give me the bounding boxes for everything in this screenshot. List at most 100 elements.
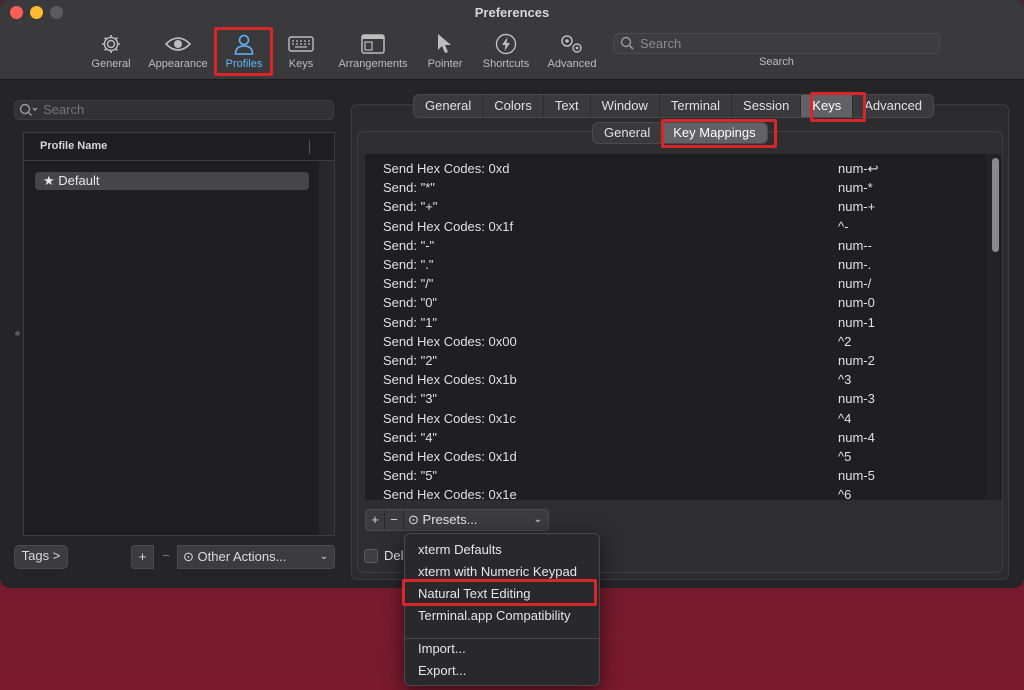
table-row[interactable]: Send Hex Codes: 0x1e ^6 xyxy=(365,485,985,500)
mapping-key: ^6 xyxy=(838,487,852,500)
table-row[interactable]: Send: "0" num-0 xyxy=(365,293,985,312)
mapping-action: Send: "/" xyxy=(383,276,434,292)
table-row[interactable]: Send Hex Codes: 0x1d ^5 xyxy=(365,447,985,466)
toolbar-label: General xyxy=(91,58,131,70)
mappings-scrollbar[interactable] xyxy=(987,154,1002,500)
menu-item-import[interactable]: Import... xyxy=(418,640,598,658)
table-row[interactable]: Send: "4" num-4 xyxy=(365,428,985,447)
checkbox[interactable] xyxy=(364,549,378,563)
table-row[interactable]: Send: "-" num-- xyxy=(365,236,985,255)
eye-icon xyxy=(144,30,212,58)
mapping-key: ^2 xyxy=(838,333,852,349)
mapping-key: num-0 xyxy=(838,295,875,311)
mapping-key: num-1 xyxy=(838,314,875,330)
profile-name: Default xyxy=(58,173,100,188)
toolbar-general[interactable]: General xyxy=(88,30,134,70)
key-mappings-table: Send Hex Codes: 0x1e ^6 Send: "5" num-5 Send… xyxy=(365,154,1002,500)
mapping-key: ^- xyxy=(838,218,849,234)
tab-terminal[interactable]: Terminal xyxy=(660,95,733,117)
presets-menu: xterm Defaults xterm with Numeric Keypad… xyxy=(404,533,600,686)
profile-list-scrollbar[interactable] xyxy=(319,161,334,535)
titlebar: Preferences General Appearance Profiles … xyxy=(0,0,1024,80)
presets-label: Presets... xyxy=(422,512,478,527)
table-row[interactable]: Send: "*" num-* xyxy=(365,178,985,197)
highlight-box xyxy=(661,119,777,148)
toolbar-advanced[interactable]: Advanced xyxy=(544,30,600,70)
mapping-action: Send Hex Codes: 0x1d xyxy=(383,449,517,464)
mapping-action: Send: "+" xyxy=(383,199,438,215)
table-row[interactable]: Send: "+" num-+ xyxy=(365,197,985,216)
profile-list: Profile Name ★ Default xyxy=(23,132,335,536)
tab-window[interactable]: Window xyxy=(591,95,660,117)
mapping-key: num-5 xyxy=(838,468,875,484)
mapping-action: Send: "-" xyxy=(383,237,435,253)
toolbar-appearance[interactable]: Appearance xyxy=(144,30,212,70)
toolbar-pointer[interactable]: Pointer xyxy=(424,30,466,70)
mapping-key: num-. xyxy=(838,257,872,272)
toolbar-label: Pointer xyxy=(427,58,463,70)
toolbar-search-input[interactable]: Search xyxy=(613,33,940,54)
split-drag-handle[interactable] xyxy=(15,331,20,336)
mapping-action: Send: "4" xyxy=(383,429,438,445)
mapping-key: num-- xyxy=(838,237,872,253)
toolbar-shortcuts[interactable]: Shortcuts xyxy=(478,30,534,70)
menu-separator xyxy=(405,638,599,639)
mapping-key: num-3 xyxy=(838,391,875,407)
chevron-down-icon: ⌄ xyxy=(533,514,542,525)
toolbar-keys[interactable]: Keys xyxy=(284,30,318,70)
toolbar-arrangements[interactable]: Arrangements xyxy=(334,30,412,70)
menu-item-terminal-app-compat[interactable]: Terminal.app Compatibility xyxy=(418,607,598,625)
mapping-controls: + − ⊙ Presets... ⌄ xyxy=(365,509,549,531)
add-profile-button[interactable]: + xyxy=(131,545,154,569)
lightning-icon xyxy=(478,30,534,58)
column-separator xyxy=(309,140,310,154)
table-row[interactable]: Send: "." num-. xyxy=(365,255,985,274)
presets-dropdown[interactable]: ⊙ Presets... ⌄ xyxy=(404,510,548,530)
toolbar-label: Appearance xyxy=(148,58,208,70)
mapping-key: num-4 xyxy=(838,429,875,445)
tab-session[interactable]: Session xyxy=(732,95,802,117)
toolbar-label: Shortcuts xyxy=(482,58,530,70)
tab-colors[interactable]: Colors xyxy=(483,95,544,117)
other-actions-dropdown[interactable]: ⊙ Other Actions... ⌄ xyxy=(177,545,335,569)
table-row[interactable]: Send Hex Codes: 0x1f ^- xyxy=(365,217,985,236)
column-header-label: Profile Name xyxy=(40,140,108,152)
highlight-box xyxy=(402,579,597,606)
toolbar-label: Keys xyxy=(288,58,314,70)
menu-item-xterm-defaults[interactable]: xterm Defaults xyxy=(418,541,598,559)
menu-item-export[interactable]: Export... xyxy=(418,662,598,680)
scrollbar-thumb[interactable] xyxy=(992,158,999,252)
table-row[interactable]: Send: "2" num-2 xyxy=(365,351,985,370)
search-caption: Search xyxy=(759,56,794,68)
remove-mapping-button[interactable]: − xyxy=(385,510,404,530)
table-row[interactable]: Send Hex Codes: 0x1b ^3 xyxy=(365,370,985,389)
tab-text[interactable]: Text xyxy=(544,95,591,117)
window-title: Preferences xyxy=(474,5,550,20)
toolbar-label: Advanced xyxy=(547,58,597,70)
add-mapping-button[interactable]: + xyxy=(366,510,385,530)
table-row[interactable]: Send Hex Codes: 0xd num-↩ xyxy=(365,159,985,178)
highlight-box xyxy=(810,92,866,122)
table-row[interactable]: Send Hex Codes: 0x00 ^2 xyxy=(365,332,985,351)
subtab-general[interactable]: General xyxy=(593,123,663,143)
search-icon xyxy=(620,36,634,55)
ellipsis-circle-icon: ⊙ xyxy=(408,512,419,527)
tags-button[interactable]: Tags > xyxy=(14,545,68,569)
table-row[interactable]: Send: "5" num-5 xyxy=(365,466,985,485)
tab-general[interactable]: General xyxy=(414,95,484,117)
profile-name-header[interactable]: Profile Name xyxy=(24,133,334,161)
profile-search-input[interactable]: Search xyxy=(14,100,334,120)
table-row[interactable]: Send: "3" num-3 xyxy=(365,389,985,408)
table-row[interactable]: Send: "/" num-/ xyxy=(365,274,985,293)
table-row[interactable]: Send Hex Codes: 0x1c ^4 xyxy=(365,409,985,428)
mapping-action: Send: "3" xyxy=(383,391,438,407)
remove-profile-button[interactable]: − xyxy=(155,545,177,569)
window-icon xyxy=(334,30,412,58)
preferences-window: Preferences General Appearance Profiles … xyxy=(0,0,1024,588)
other-actions-label: Other Actions... xyxy=(197,549,287,564)
profile-row-default[interactable]: ★ Default xyxy=(35,172,309,190)
toolbar-label: Arrangements xyxy=(338,58,408,70)
table-row[interactable]: Send: "1" num-1 xyxy=(365,313,985,332)
mapping-key: num-↩ xyxy=(838,161,879,176)
mapping-action: Send Hex Codes: 0x00 xyxy=(383,333,517,349)
